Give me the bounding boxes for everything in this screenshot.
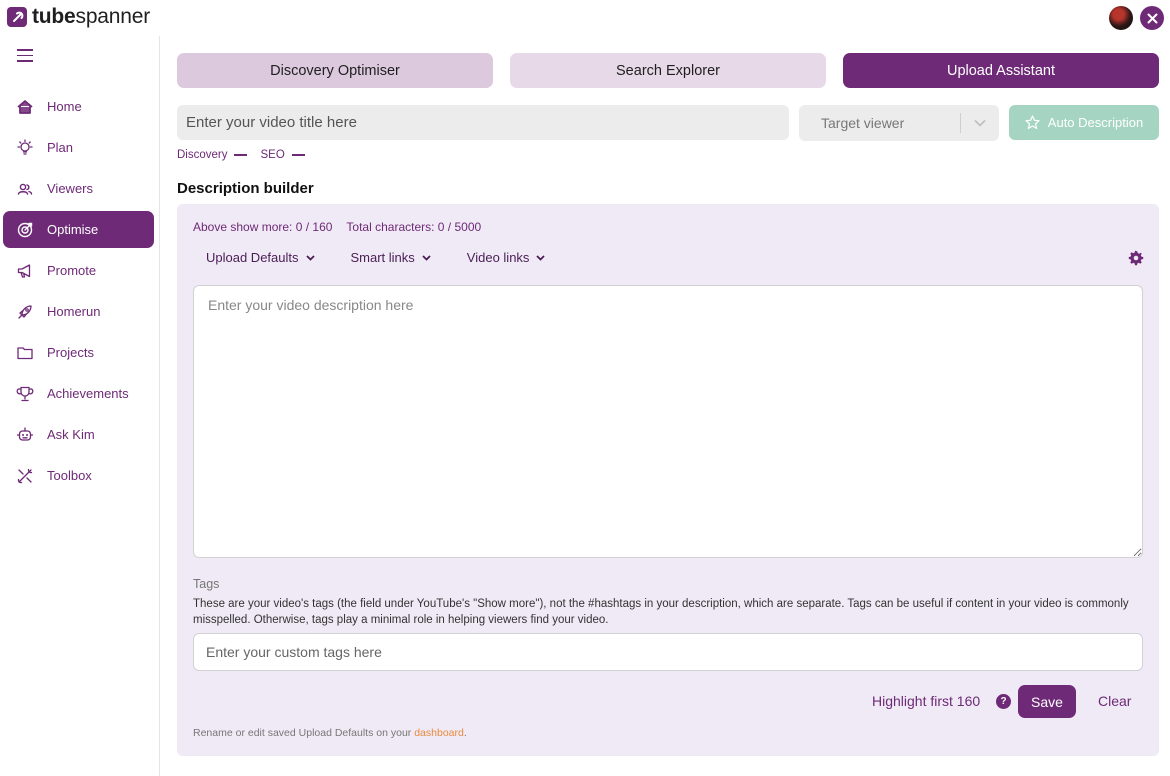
builder-menus: Upload Defaults Smart links Video links (206, 250, 581, 265)
footnote-suffix: . (463, 727, 467, 739)
footnote-prefix: Rename or edit saved Upload Defaults on … (193, 727, 415, 739)
avatar[interactable] (1109, 6, 1133, 30)
sidebar-item-optimise[interactable]: Optimise (3, 211, 154, 248)
tab-upload-assistant[interactable]: Upload Assistant (843, 53, 1159, 88)
sidebar-item-toolbox[interactable]: Toolbox (3, 457, 154, 494)
megaphone-icon (16, 262, 34, 280)
smart-links-dropdown[interactable]: Smart links (351, 250, 431, 265)
auto-description-button[interactable]: Auto Description (1009, 105, 1159, 140)
dropdown-label: Video links (466, 250, 530, 265)
logo-icon (7, 7, 27, 27)
dropdown-label: Upload Defaults (206, 250, 299, 265)
dash-icon (291, 154, 305, 156)
sidebar-item-label: Homerun (47, 304, 101, 319)
sidebar-item-home[interactable]: Home (3, 88, 154, 125)
chevron-down-icon (961, 119, 999, 127)
above-show-more-count: Above show more: 0 / 160 (193, 220, 333, 234)
rocket-icon (16, 303, 34, 321)
folder-icon (16, 344, 34, 362)
sidebar-item-label: Viewers (47, 181, 94, 196)
close-icon (1147, 13, 1157, 23)
tags-input[interactable] (193, 633, 1143, 671)
tab-discovery-optimiser[interactable]: Discovery Optimiser (177, 53, 493, 88)
footnote: Rename or edit saved Upload Defaults on … (193, 727, 467, 739)
sidebar-item-label: Home (47, 99, 82, 114)
sidebar-item-label: Ask Kim (47, 427, 95, 442)
chevron-down-icon (422, 254, 431, 261)
sidebar: Home Plan Viewers Optimise Promote Homer… (0, 36, 160, 776)
logo-wordmark: tubespanner (32, 5, 150, 29)
character-counters: Above show more: 0 / 160 Total character… (193, 220, 481, 234)
auto-description-label: Auto Description (1047, 115, 1144, 130)
highlight-first-160-toggle[interactable]: Highlight first 160 (872, 693, 980, 709)
save-button[interactable]: Save (1018, 685, 1076, 718)
sidebar-item-label: Promote (47, 263, 97, 278)
sidebar-item-achievements[interactable]: Achievements (3, 375, 154, 412)
robot-icon (16, 426, 34, 444)
trophy-icon (16, 385, 34, 403)
brand-bold: tube (32, 5, 76, 28)
brand-regular: spanner (75, 5, 151, 28)
logo[interactable]: tubespanner (7, 5, 150, 29)
video-title-input[interactable] (177, 105, 789, 140)
dropdown-label: Smart links (350, 250, 415, 265)
breadcrumb: Discovery SEO (177, 149, 318, 161)
target-icon (16, 221, 34, 239)
total-characters-count: Total characters: 0 / 5000 (346, 220, 482, 234)
home-icon (16, 98, 34, 116)
tools-icon (16, 467, 34, 485)
clear-button[interactable]: Clear (1098, 693, 1131, 709)
tab-bar: Discovery Optimiser Search Explorer Uplo… (177, 53, 1159, 88)
close-button[interactable] (1140, 6, 1164, 30)
sidebar-item-label: Achievements (47, 386, 129, 401)
sidebar-item-plan[interactable]: Plan (3, 129, 154, 166)
sidebar-item-promote[interactable]: Promote (3, 252, 154, 289)
main-content: Discovery Optimiser Search Explorer Uplo… (161, 36, 1170, 776)
chevron-down-icon (305, 254, 315, 261)
description-textarea[interactable] (193, 285, 1143, 558)
chevron-down-icon (536, 254, 546, 261)
help-icon[interactable]: ? (996, 694, 1011, 709)
star-icon (1025, 115, 1040, 129)
sidebar-nav: Home Plan Viewers Optimise Promote Homer… (3, 88, 154, 498)
sidebar-item-ask-kim[interactable]: Ask Kim (3, 416, 154, 453)
sidebar-item-label: Toolbox (47, 468, 92, 483)
tags-label: Tags (193, 577, 220, 591)
video-links-dropdown[interactable]: Video links (467, 250, 546, 265)
top-bar: tubespanner (0, 0, 1170, 36)
breadcrumb-discovery[interactable]: Discovery (177, 149, 248, 161)
sidebar-item-projects[interactable]: Projects (3, 334, 154, 371)
lightbulb-icon (16, 138, 34, 157)
sidebar-item-label: Projects (47, 345, 94, 360)
breadcrumb-label: SEO (260, 149, 285, 161)
target-viewer-select[interactable]: Target viewer (799, 105, 999, 141)
target-viewer-value: Target viewer (821, 115, 905, 131)
breadcrumb-label: Discovery (177, 149, 228, 161)
sidebar-item-viewers[interactable]: Viewers (3, 170, 154, 207)
description-builder-panel: Above show more: 0 / 160 Total character… (177, 204, 1159, 756)
tab-search-explorer[interactable]: Search Explorer (510, 53, 826, 88)
upload-defaults-dropdown[interactable]: Upload Defaults (206, 250, 315, 265)
sidebar-item-homerun[interactable]: Homerun (3, 293, 154, 330)
dash-icon (234, 154, 248, 156)
dashboard-link[interactable]: dashboard (414, 727, 464, 739)
breadcrumb-seo[interactable]: SEO (260, 149, 305, 161)
section-title: Description builder (177, 180, 314, 197)
sidebar-item-label: Optimise (47, 222, 99, 237)
menu-icon[interactable] (17, 49, 33, 63)
sidebar-item-label: Plan (47, 140, 74, 155)
tags-help-text: These are your video's tags (the field u… (193, 598, 1129, 626)
gear-icon[interactable] (1128, 250, 1144, 266)
users-icon (16, 180, 34, 198)
